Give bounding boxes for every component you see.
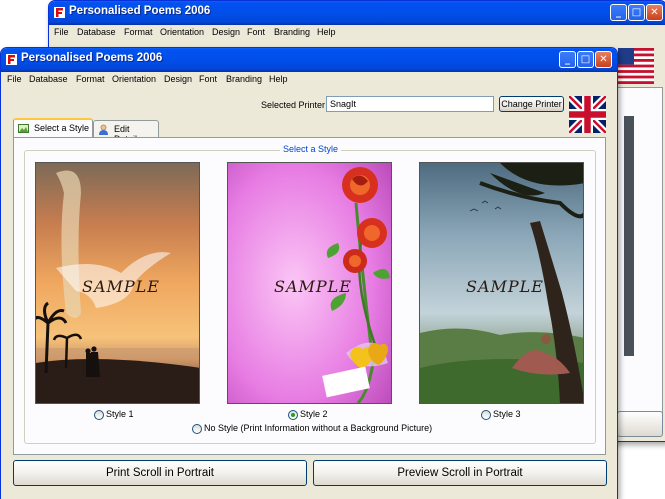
change-printer-button[interactable]: Change Printer	[499, 96, 564, 112]
maximize-button[interactable]: □	[577, 51, 594, 68]
sample-watermark: SAMPLE	[274, 277, 352, 296]
user-icon	[99, 124, 108, 135]
no-style-label[interactable]: No Style (Print Information without a Ba…	[204, 423, 432, 433]
menu-format[interactable]: Format	[124, 27, 153, 37]
back-tab-panel	[617, 87, 663, 429]
style-1-radio[interactable]	[94, 410, 104, 420]
menu-file[interactable]: File	[54, 27, 69, 37]
close-icon: ✕	[650, 7, 659, 18]
style-1-label[interactable]: Style 1	[106, 409, 134, 419]
app-icon	[6, 54, 17, 65]
close-icon: ✕	[599, 54, 608, 65]
tab-select-a-style[interactable]: Select a Style	[13, 118, 93, 138]
back-menu-bar: File Database Format Orientation Design …	[49, 25, 665, 41]
menu-database[interactable]: Database	[29, 74, 68, 84]
menu-font[interactable]: Font	[247, 27, 265, 37]
window-title: Personalised Poems 2006	[69, 5, 211, 17]
sample-watermark: SAMPLE	[466, 277, 544, 296]
menu-help[interactable]: Help	[317, 27, 336, 37]
menu-branding[interactable]: Branding	[274, 27, 310, 37]
style-3-preview[interactable]: SAMPLE	[419, 162, 584, 404]
sample-watermark: SAMPLE	[82, 277, 160, 296]
menu-design[interactable]: Design	[164, 74, 192, 84]
front-window: Personalised Poems 2006 _ □ ✕ File Datab…	[0, 47, 618, 499]
us-flag-icon[interactable]	[618, 48, 654, 84]
menu-font[interactable]: Font	[199, 74, 217, 84]
style-2-preview[interactable]: SAMPLE	[227, 162, 392, 404]
close-button[interactable]: ✕	[595, 51, 612, 68]
menu-format[interactable]: Format	[76, 74, 105, 84]
select-style-panel: Select a Style SAMPLE SAMPLE SAMPLE Styl…	[13, 137, 606, 455]
uk-flag-icon[interactable]	[569, 96, 606, 133]
back-preview-button[interactable]	[617, 411, 663, 437]
tab-edit-details[interactable]: Edit Details	[93, 120, 159, 144]
app-icon	[54, 7, 65, 18]
print-scroll-button[interactable]: Print Scroll in Portrait	[13, 460, 307, 486]
maximize-button[interactable]: □	[628, 4, 645, 21]
style-2-radio[interactable]	[288, 410, 298, 420]
menu-orientation[interactable]: Orientation	[160, 27, 204, 37]
window-title: Personalised Poems 2006	[21, 52, 163, 64]
style-1-preview[interactable]: SAMPLE	[35, 162, 200, 404]
close-button[interactable]: ✕	[646, 4, 663, 21]
front-title-bar[interactable]: Personalised Poems 2006 _ □ ✕	[1, 48, 617, 72]
minimize-icon: _	[565, 54, 570, 65]
back-title-bar[interactable]: Personalised Poems 2006 _ □ ✕	[49, 1, 665, 25]
preview-scroll-button[interactable]: Preview Scroll in Portrait	[313, 460, 607, 486]
maximize-icon: □	[631, 7, 642, 18]
menu-help[interactable]: Help	[269, 74, 288, 84]
menu-file[interactable]: File	[7, 74, 22, 84]
group-title: Select a Style	[280, 144, 342, 154]
menu-design[interactable]: Design	[212, 27, 240, 37]
minimize-button[interactable]: _	[559, 51, 576, 68]
tab-label: Select a Style	[34, 123, 90, 133]
style-3-label[interactable]: Style 3	[493, 409, 521, 419]
picture-icon	[18, 124, 29, 133]
maximize-icon: □	[580, 54, 591, 65]
style-3-radio[interactable]	[481, 410, 491, 420]
menu-branding[interactable]: Branding	[226, 74, 262, 84]
selected-printer-label: Selected Printer	[261, 100, 326, 110]
front-menu-bar: File Database Format Orientation Design …	[1, 72, 617, 88]
menu-orientation[interactable]: Orientation	[112, 74, 156, 84]
no-style-radio[interactable]	[192, 424, 202, 434]
style-2-label[interactable]: Style 2	[300, 409, 328, 419]
menu-database[interactable]: Database	[77, 27, 116, 37]
selected-printer-field[interactable]: SnagIt	[326, 96, 494, 112]
back-style-preview	[624, 116, 634, 356]
minimize-icon: _	[616, 7, 621, 18]
minimize-button[interactable]: _	[610, 4, 627, 21]
